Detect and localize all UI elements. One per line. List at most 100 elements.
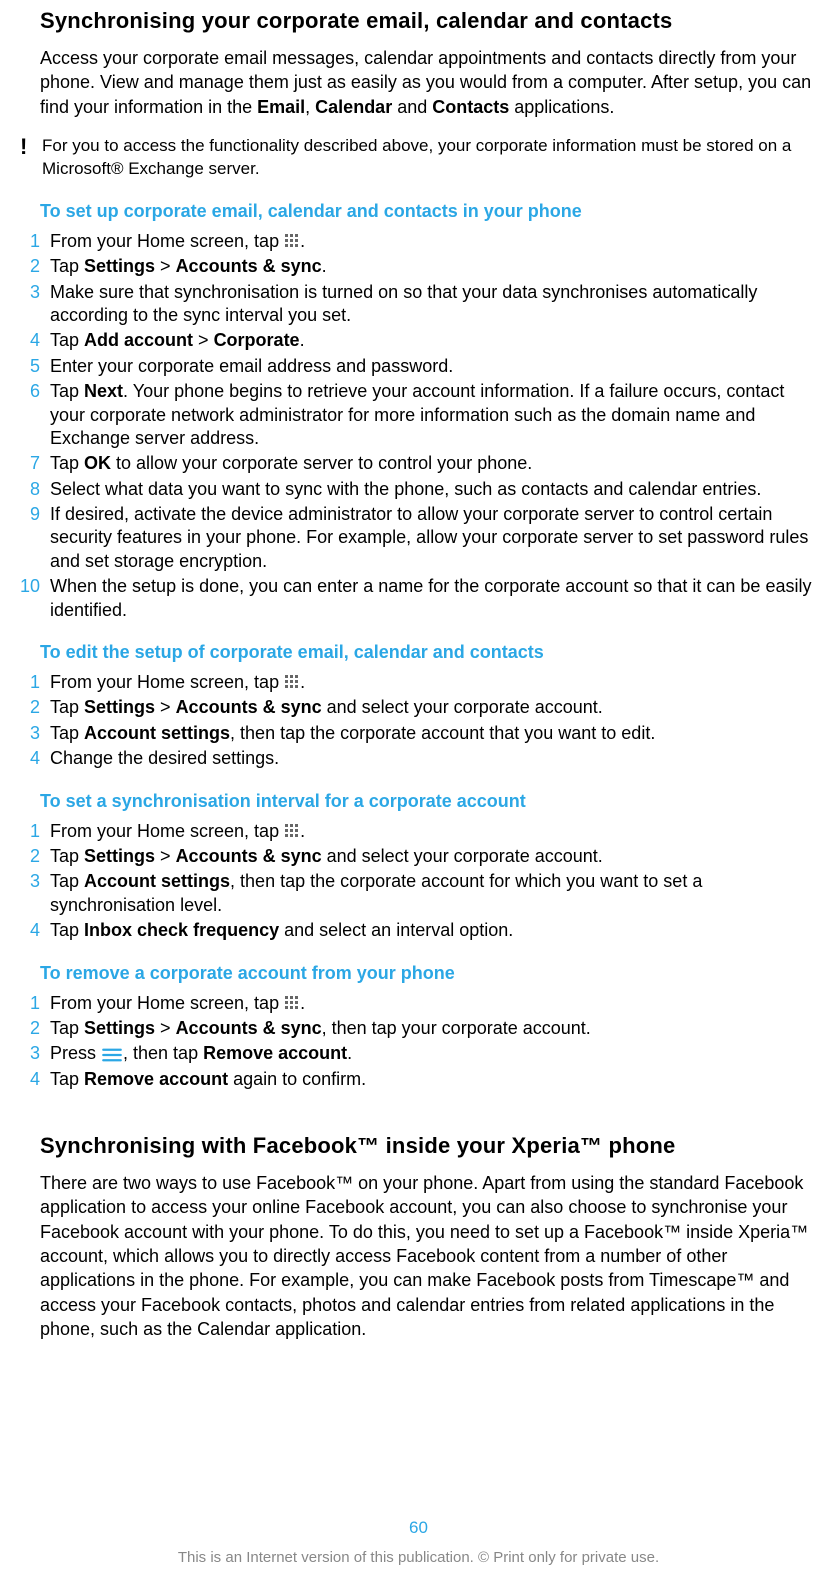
step-text: Press <box>50 1043 101 1063</box>
step-number: 8 <box>10 478 40 501</box>
step-number: 3 <box>10 722 40 745</box>
steps-remove-corporate: 1 From your Home screen, tap . 2 Tap Set… <box>40 992 817 1092</box>
intro-post: applications. <box>509 97 614 117</box>
step-bold: Accounts & sync <box>176 697 322 717</box>
step-bold: Corporate <box>214 330 300 350</box>
intro-sep1: , <box>305 97 315 117</box>
intro-bold-contacts: Contacts <box>432 97 509 117</box>
step-text: . <box>300 231 305 251</box>
footer-text: This is an Internet version of this publ… <box>0 1549 837 1566</box>
step-bold: Next <box>84 381 123 401</box>
h2-remove-corporate: To remove a corporate account from your … <box>40 963 817 984</box>
step-number: 3 <box>10 281 40 304</box>
note-row: ! For you to access the functionality de… <box>14 135 817 181</box>
step-row: 1 From your Home screen, tap . <box>40 820 817 843</box>
intro-bold-email: Email <box>257 97 305 117</box>
step-bold: Settings <box>84 697 155 717</box>
step-text: and select your corporate account. <box>322 697 603 717</box>
step-row: 2 Tap Settings > Accounts & sync and sel… <box>40 845 817 868</box>
intro-bold-calendar: Calendar <box>315 97 392 117</box>
h2-setup-corporate: To set up corporate email, calendar and … <box>40 201 817 222</box>
step-number: 3 <box>10 1042 40 1065</box>
step-text: and select your corporate account. <box>322 846 603 866</box>
step-number: 2 <box>10 1017 40 1040</box>
step-body: From your Home screen, tap . <box>50 820 817 843</box>
step-text: . <box>300 821 305 841</box>
step-row: 3 Press , then tap Remove account. <box>40 1042 817 1065</box>
step-body: Tap Settings > Accounts & sync and selec… <box>50 845 817 868</box>
step-body: Tap Next. Your phone begins to retrieve … <box>50 380 817 450</box>
step-text: , then tap <box>123 1043 203 1063</box>
step-bold: Account settings <box>84 871 230 891</box>
step-bold: Remove account <box>203 1043 347 1063</box>
step-body: Tap Add account > Corporate. <box>50 329 817 352</box>
step-body: Tap Settings > Accounts & sync and selec… <box>50 696 817 719</box>
step-text: Tap <box>50 846 84 866</box>
step-text: > <box>155 256 176 276</box>
step-row: 10 When the setup is done, you can enter… <box>40 575 817 622</box>
step-row: 4 Change the desired settings. <box>40 747 817 770</box>
step-row: 8 Select what data you want to sync with… <box>40 478 817 501</box>
step-text: > <box>193 330 214 350</box>
step-bold: Settings <box>84 1018 155 1038</box>
step-text: again to confirm. <box>228 1069 366 1089</box>
step-body: Tap Account settings, then tap the corpo… <box>50 722 817 745</box>
step-bold: Remove account <box>84 1069 228 1089</box>
step-body: Tap Settings > Accounts & sync. <box>50 255 817 278</box>
step-row: 1 From your Home screen, tap . <box>40 992 817 1015</box>
page-number: 60 <box>0 1518 837 1538</box>
step-number: 10 <box>10 575 40 598</box>
step-number: 1 <box>10 671 40 694</box>
step-text: Tap <box>50 330 84 350</box>
step-row: 2 Tap Settings > Accounts & sync and sel… <box>40 696 817 719</box>
step-text: From your Home screen, tap <box>50 231 284 251</box>
step-body: Change the desired settings. <box>50 747 817 770</box>
step-text: . <box>300 330 305 350</box>
step-number: 2 <box>10 845 40 868</box>
step-row: 9 If desired, activate the device admini… <box>40 503 817 573</box>
apps-grid-icon <box>284 995 300 1011</box>
step-number: 4 <box>10 747 40 770</box>
step-bold: Inbox check frequency <box>84 920 279 940</box>
intro-sep2: and <box>392 97 432 117</box>
step-text: , then tap your corporate account. <box>322 1018 591 1038</box>
step-row: 6 Tap Next. Your phone begins to retriev… <box>40 380 817 450</box>
step-number: 3 <box>10 870 40 893</box>
h2-sync-interval: To set a synchronisation interval for a … <box>40 791 817 812</box>
section-title-sync-corporate: Synchronising your corporate email, cale… <box>40 8 817 34</box>
step-row: 2 Tap Settings > Accounts & sync, then t… <box>40 1017 817 1040</box>
step-text: > <box>155 697 176 717</box>
step-text: Tap <box>50 723 84 743</box>
step-text: . <box>300 993 305 1013</box>
step-body: Tap Account settings, then tap the corpo… <box>50 870 817 917</box>
step-body: Enter your corporate email address and p… <box>50 355 817 378</box>
step-text: Tap <box>50 920 84 940</box>
step-text: From your Home screen, tap <box>50 672 284 692</box>
step-row: 3 Tap Account settings, then tap the cor… <box>40 870 817 917</box>
step-body: Tap OK to allow your corporate server to… <box>50 452 817 475</box>
step-number: 1 <box>10 820 40 843</box>
step-bold: Settings <box>84 256 155 276</box>
step-row: 4 Tap Add account > Corporate. <box>40 329 817 352</box>
step-text: to allow your corporate server to contro… <box>111 453 532 473</box>
step-body: From your Home screen, tap . <box>50 671 817 694</box>
step-row: 1 From your Home screen, tap . <box>40 671 817 694</box>
step-text: Tap <box>50 871 84 891</box>
step-number: 7 <box>10 452 40 475</box>
steps-setup-corporate: 1 From your Home screen, tap . 2 Tap Set… <box>40 230 817 622</box>
step-body: Make sure that synchronisation is turned… <box>50 281 817 328</box>
step-text: Tap <box>50 256 84 276</box>
step-body: From your Home screen, tap . <box>50 992 817 1015</box>
step-number: 9 <box>10 503 40 526</box>
step-number: 1 <box>10 230 40 253</box>
step-number: 4 <box>10 919 40 942</box>
step-text: From your Home screen, tap <box>50 993 284 1013</box>
step-text: Tap <box>50 1018 84 1038</box>
step-text: Tap <box>50 1069 84 1089</box>
h2-edit-corporate: To edit the setup of corporate email, ca… <box>40 642 817 663</box>
step-bold: Account settings <box>84 723 230 743</box>
step-text: > <box>155 1018 176 1038</box>
menu-lines-icon <box>101 1048 123 1062</box>
step-bold: Accounts & sync <box>176 1018 322 1038</box>
important-icon: ! <box>14 135 42 159</box>
